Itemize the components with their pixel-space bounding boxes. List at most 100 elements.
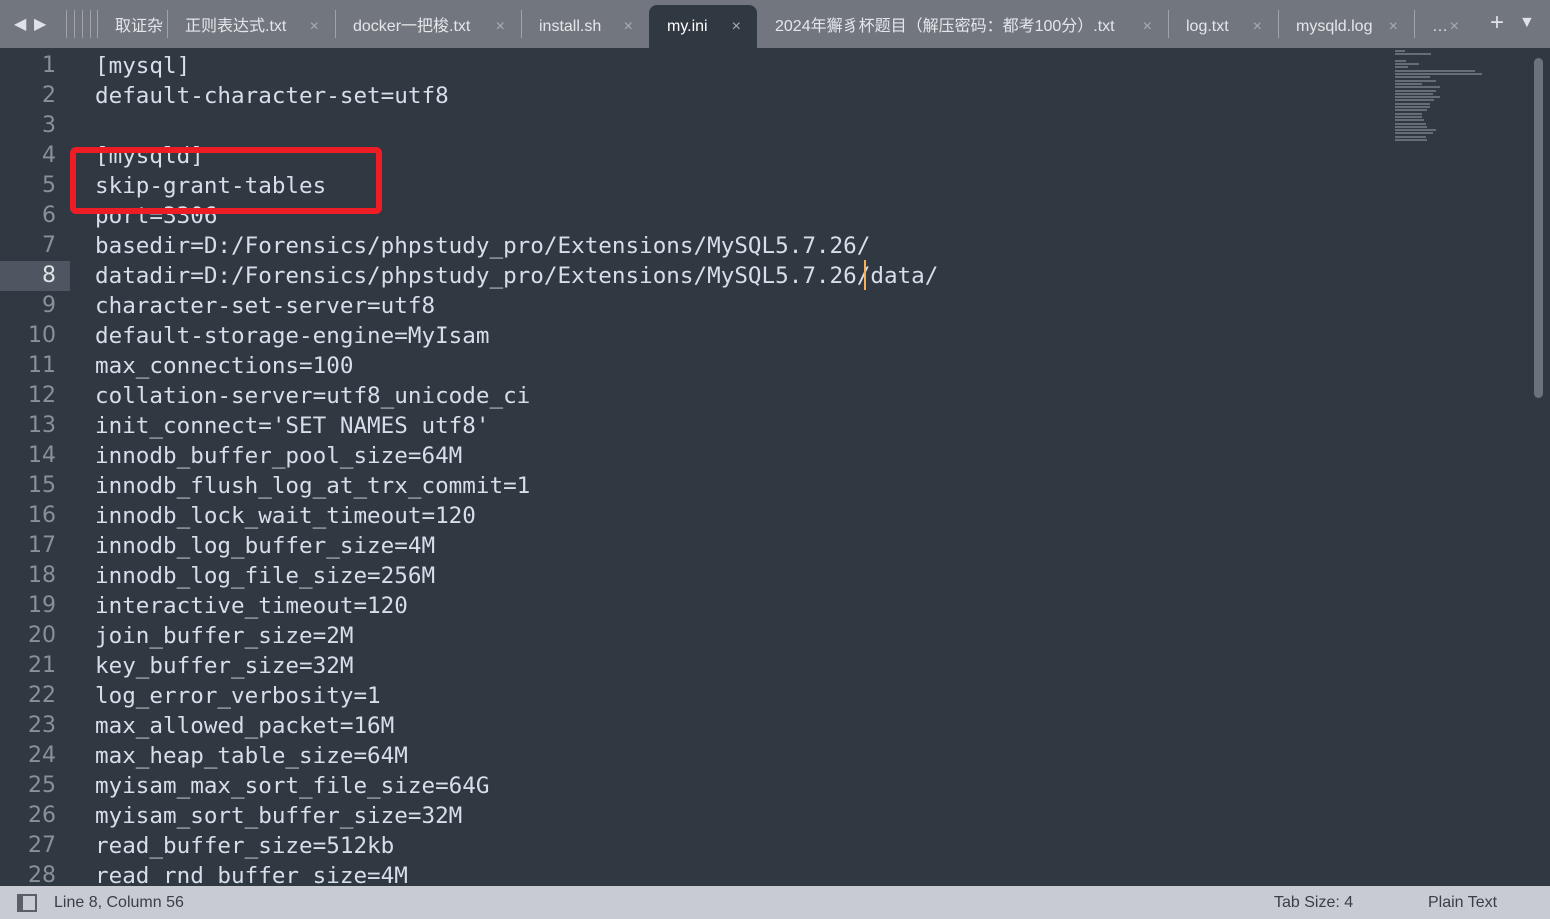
line-number: 23 xyxy=(28,713,56,738)
minimap-line xyxy=(1395,92,1433,95)
line-number: 17 xyxy=(28,533,56,558)
code-line[interactable]: myisam_max_sort_file_size=64G xyxy=(95,771,938,801)
minimap[interactable] xyxy=(1395,50,1495,142)
line-number: 22 xyxy=(28,683,56,708)
code-line[interactable]: innodb_log_buffer_size=4M xyxy=(95,531,938,561)
close-tab-icon[interactable]: × xyxy=(732,5,741,48)
code-line[interactable]: default-character-set=utf8 xyxy=(95,81,938,111)
minimap-line xyxy=(1395,69,1475,72)
code-line[interactable]: character-set-server=utf8 xyxy=(95,291,938,321)
line-number: 10 xyxy=(28,323,56,348)
code-line[interactable]: read_buffer_size=512kb xyxy=(95,831,938,861)
line-number-gutter: 1 2 3 4 5 6 7 8 9 10 11 12 13 14 15 16 17 18 19 20 21 22 23 24 2… xyxy=(0,51,70,891)
line-number: 2 xyxy=(42,83,56,108)
tab-label: … xyxy=(1432,18,1448,35)
code-line[interactable]: init_connect='SET NAMES utf8' xyxy=(95,411,938,441)
tab-label: 2024年獬豸杯题目（解压密码：都考100分）.txt xyxy=(775,18,1115,35)
line-number: 11 xyxy=(28,353,56,378)
code-line[interactable]: default-storage-engine=MyIsam xyxy=(95,321,938,351)
tab[interactable]: mysqld.log × xyxy=(1278,5,1414,48)
code-line[interactable]: innodb_log_file_size=256M xyxy=(95,561,938,591)
code-line[interactable]: max_allowed_packet=16M xyxy=(95,711,938,741)
cursor-position[interactable]: Line 8, Column 56 xyxy=(54,886,184,919)
line-number: 13 xyxy=(28,413,56,438)
minimap-line xyxy=(1395,76,1430,79)
minimap-line xyxy=(1395,50,1405,52)
tab[interactable]: my.ini × xyxy=(649,5,757,48)
code-line[interactable]: [mysql] xyxy=(95,51,938,81)
code-line[interactable]: join_buffer_size=2M xyxy=(95,621,938,651)
code-line[interactable] xyxy=(95,111,938,141)
tab-label: install.sh xyxy=(539,18,602,35)
line-number: 25 xyxy=(28,773,56,798)
syntax-mode[interactable]: Plain Text xyxy=(1428,886,1497,919)
close-tab-icon[interactable]: × xyxy=(310,5,319,48)
code-line[interactable]: innodb_buffer_pool_size=64M xyxy=(95,441,938,471)
minimap-line xyxy=(1395,86,1440,89)
line-number: 9 xyxy=(42,293,56,318)
minimap-line xyxy=(1395,82,1422,85)
tab[interactable]: 取证杂 xyxy=(100,5,167,48)
code-line[interactable]: max_heap_table_size=64M xyxy=(95,741,938,771)
tab[interactable]: … × xyxy=(1414,5,1475,48)
tab-label: my.ini xyxy=(667,18,708,35)
tab-label: log.txt xyxy=(1186,18,1229,35)
tab-menu-icon[interactable]: ▼ xyxy=(1519,14,1535,32)
minimap-line xyxy=(1395,63,1419,66)
sidebar-toggle-icon[interactable] xyxy=(17,894,37,912)
forward-icon[interactable]: ▶ xyxy=(34,14,46,34)
tab[interactable]: 2024年獬豸杯题目（解压密码：都考100分）.txt × xyxy=(757,5,1168,48)
new-tab-button[interactable]: + xyxy=(1490,9,1504,37)
minimap-line xyxy=(1395,106,1430,109)
minimap-line xyxy=(1395,59,1407,62)
code-line[interactable]: myisam_sort_buffer_size=32M xyxy=(95,801,938,831)
text-cursor xyxy=(864,260,866,290)
code-line[interactable]: innodb_lock_wait_timeout=120 xyxy=(95,501,938,531)
code-line[interactable]: collation-server=utf8_unicode_ci xyxy=(95,381,938,411)
tab-bar: ◀ ▶ 取证杂 正则表达式.txt × docker一把梭.txt × install.s… xyxy=(0,0,1550,48)
minimap-line xyxy=(1395,129,1436,132)
minimap-line xyxy=(1395,102,1430,105)
close-tab-icon[interactable]: × xyxy=(1143,5,1152,48)
code-line[interactable]: interactive_timeout=120 xyxy=(95,591,938,621)
minimap-line xyxy=(1395,112,1422,115)
line-number: 24 xyxy=(28,743,56,768)
close-tab-icon[interactable]: × xyxy=(496,5,505,48)
minimap-line xyxy=(1395,53,1432,56)
tab[interactable]: install.sh × xyxy=(521,5,649,48)
minimap-line xyxy=(1395,139,1428,142)
minimap-line xyxy=(1395,96,1440,99)
code-line[interactable]: key_buffer_size=32M xyxy=(95,651,938,681)
line-number: 12 xyxy=(28,383,56,408)
close-tab-icon[interactable]: × xyxy=(624,5,633,48)
tab[interactable]: 正则表达式.txt × xyxy=(167,5,335,48)
line-number: 26 xyxy=(28,803,56,828)
line-number: 16 xyxy=(28,503,56,528)
tab[interactable]: log.txt × xyxy=(1168,5,1278,48)
line-number: 19 xyxy=(28,593,56,618)
code-line[interactable]: datadir=D:/Forensics/phpstudy_pro/Extens… xyxy=(95,261,938,291)
tab[interactable]: docker一把梭.txt × xyxy=(335,5,521,48)
tab-label: 取证杂 xyxy=(115,18,164,35)
code-line[interactable]: max_connections=100 xyxy=(95,351,938,381)
minimap-line xyxy=(1395,125,1428,128)
minimap-line xyxy=(1395,89,1436,92)
close-tab-icon[interactable]: × xyxy=(1450,5,1459,48)
minimap-line xyxy=(1395,99,1435,102)
back-icon[interactable]: ◀ xyxy=(14,14,26,34)
code-line[interactable]: innodb_flush_log_at_trx_commit=1 xyxy=(95,471,938,501)
code-line[interactable]: log_error_verbosity=1 xyxy=(95,681,938,711)
line-number: 8 xyxy=(0,261,70,291)
line-number: 7 xyxy=(42,233,56,258)
line-number: 1 xyxy=(42,53,56,78)
close-tab-icon[interactable]: × xyxy=(1389,5,1398,48)
minimap-line xyxy=(1395,109,1428,112)
vertical-scrollbar[interactable] xyxy=(1534,58,1543,398)
minimap-line xyxy=(1395,119,1425,122)
tab-size[interactable]: Tab Size: 4 xyxy=(1274,886,1353,919)
line-number: 14 xyxy=(28,443,56,468)
close-tab-icon[interactable]: × xyxy=(1253,5,1262,48)
code-line[interactable]: basedir=D:/Forensics/phpstudy_pro/Extens… xyxy=(95,231,938,261)
line-number: 6 xyxy=(42,203,56,228)
minimap-line xyxy=(1395,135,1426,138)
